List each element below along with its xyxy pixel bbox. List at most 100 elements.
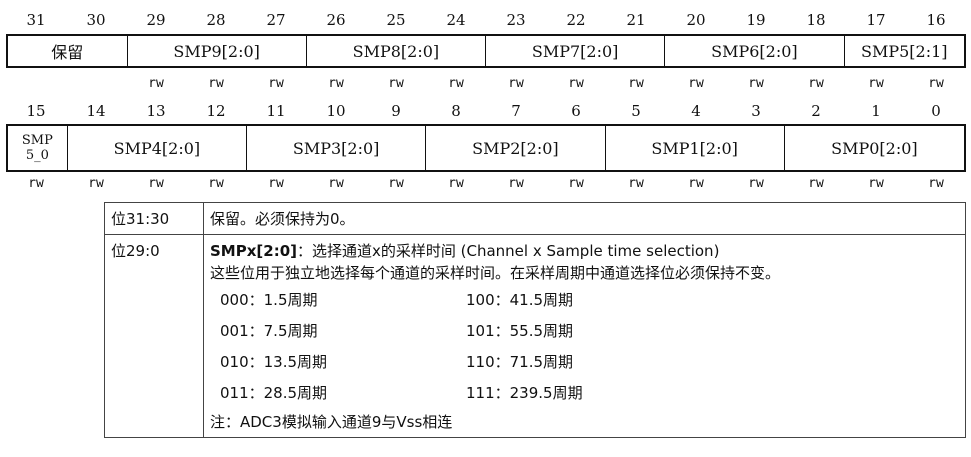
access-type: rw bbox=[448, 76, 464, 91]
bit-number: 22 bbox=[566, 11, 586, 29]
register-field: SMP 5_0 bbox=[8, 126, 68, 170]
register-field: SMP8[2:0] bbox=[307, 36, 486, 66]
bit-number: 13 bbox=[146, 102, 166, 120]
access-type bbox=[66, 74, 126, 94]
bit-number: 3 bbox=[751, 102, 761, 120]
register-field: SMP0[2:0] bbox=[831, 138, 918, 158]
bit-number: 18 bbox=[806, 11, 826, 29]
access-type: rw bbox=[868, 76, 884, 91]
cycle-option: 101：55.5周期 bbox=[466, 322, 574, 340]
access-type: rw bbox=[628, 176, 644, 191]
bit-number: 31 bbox=[26, 11, 46, 29]
bit-number: 11 bbox=[266, 102, 286, 120]
cycle-option: 000：1.5周期 bbox=[220, 291, 318, 309]
bit-number: 30 bbox=[86, 11, 106, 29]
bit-number: 15 bbox=[26, 102, 46, 120]
desc-line2: 这些位用于独立地选择每个通道的采样时间。在采样周期中通道选择位必须保持不变。 bbox=[210, 264, 781, 282]
access-type: rw bbox=[568, 176, 584, 191]
bit-numbers-high: 31 30 29 28 27 26 25 24 23 22 21 20 19 18 17 16 bbox=[6, 10, 966, 30]
bit-number: 25 bbox=[386, 11, 406, 29]
field-name: SMPx[2:0] bbox=[210, 242, 297, 260]
access-type: rw bbox=[808, 76, 824, 91]
access-type: rw bbox=[208, 76, 224, 91]
access-type: rw bbox=[388, 76, 404, 91]
access-type: rw bbox=[628, 76, 644, 91]
description-table: 位31:30 保留。必须保持为0。 位29:0 SMPx[2:0]：选择通道x的… bbox=[104, 202, 966, 438]
bit-number: 19 bbox=[746, 11, 766, 29]
access-type: rw bbox=[148, 176, 164, 191]
bit-number: 7 bbox=[511, 102, 521, 120]
cycle-options: 000：1.5周期 100：41.5周期 001：7.5周期 101：55.5周… bbox=[220, 290, 959, 404]
access-type: rw bbox=[268, 176, 284, 191]
bit-number: 24 bbox=[446, 11, 466, 29]
access-type: rw bbox=[28, 176, 44, 191]
cycle-option: 010：13.5周期 bbox=[220, 353, 328, 371]
register-field: SMP3[2:0] bbox=[247, 126, 427, 170]
access-type: rw bbox=[928, 76, 944, 91]
field-label-bottom: 5_0 bbox=[25, 148, 49, 163]
access-low: rw rw rw rw rw rw rw rw rw rw rw rw rw rw rw rw bbox=[6, 174, 966, 194]
access-type: rw bbox=[748, 76, 764, 91]
register-field: SMP6[2:0] bbox=[665, 36, 845, 66]
bit-number: 8 bbox=[451, 102, 461, 120]
access-type: rw bbox=[868, 176, 884, 191]
cycle-option: 111：239.5周期 bbox=[466, 384, 583, 402]
bit-numbers-low: 15 14 13 12 11 10 9 8 7 6 5 4 3 2 1 0 bbox=[6, 101, 966, 121]
bit-number: 10 bbox=[326, 102, 346, 120]
cycle-option: 001：7.5周期 bbox=[220, 322, 318, 340]
access-type: rw bbox=[88, 176, 104, 191]
bit-number: 12 bbox=[206, 102, 226, 120]
access-type: rw bbox=[328, 76, 344, 91]
access-type: rw bbox=[328, 176, 344, 191]
register-fields-low: SMP 5_0 SMP4[2:0] SMP3[2:0] SMP2[2:0] SMP1[2:… bbox=[6, 124, 966, 172]
desc-bit-range: 位29:0 bbox=[104, 234, 204, 438]
bit-number: 20 bbox=[686, 11, 706, 29]
register-field: SMP1[2:0] bbox=[606, 126, 785, 170]
desc-text: 保留。必须保持为0。 bbox=[203, 202, 966, 235]
register-fields-high: 保留 SMP9[2:0] SMP8[2:0] SMP7[2:0] SMP6[2:0] SM… bbox=[6, 34, 966, 68]
bit-number: 27 bbox=[266, 11, 286, 29]
bit-number: 26 bbox=[326, 11, 346, 29]
bit-number: 0 bbox=[931, 102, 941, 120]
bit-number: 2 bbox=[811, 102, 821, 120]
access-high: rw rw rw rw rw rw rw rw rw rw rw rw rw rw bbox=[6, 74, 966, 94]
register-field: SMP5[2:1] bbox=[860, 41, 948, 61]
access-type: rw bbox=[748, 176, 764, 191]
register-field: SMP9[2:0] bbox=[128, 36, 307, 66]
desc-text: SMPx[2:0]：选择通道x的采样时间 (Channel x Sample t… bbox=[203, 234, 966, 438]
bit-number: 21 bbox=[626, 11, 646, 29]
field-label-top: SMP bbox=[21, 133, 53, 148]
bit-number: 28 bbox=[206, 11, 226, 29]
access-type: rw bbox=[508, 176, 524, 191]
access-type: rw bbox=[688, 76, 704, 91]
access-type: rw bbox=[268, 76, 284, 91]
field-title: ：选择通道x的采样时间 (Channel x Sample time selec… bbox=[296, 242, 720, 260]
bit-number: 9 bbox=[391, 102, 401, 120]
bit-number: 17 bbox=[866, 11, 886, 29]
desc-row-reserved: 位31:30 保留。必须保持为0。 bbox=[104, 202, 966, 235]
bit-number: 1 bbox=[871, 102, 881, 120]
register-field: 保留 bbox=[8, 36, 128, 66]
access-type: rw bbox=[508, 76, 524, 91]
bit-number: 23 bbox=[506, 11, 526, 29]
access-type bbox=[6, 74, 66, 94]
bit-number: 16 bbox=[926, 11, 946, 29]
register-field: SMP2[2:0] bbox=[426, 126, 606, 170]
cycle-option: 011：28.5周期 bbox=[220, 384, 328, 402]
bit-number: 29 bbox=[146, 11, 166, 29]
desc-bit-range: 位31:30 bbox=[104, 202, 204, 235]
bit-number: 5 bbox=[631, 102, 641, 120]
note: 注：ADC3模拟输入通道9与Vss相连 bbox=[210, 413, 453, 431]
access-type: rw bbox=[208, 176, 224, 191]
cycle-option: 110：71.5周期 bbox=[466, 353, 574, 371]
access-type: rw bbox=[928, 176, 944, 191]
bit-number: 14 bbox=[86, 102, 106, 120]
access-type: rw bbox=[448, 176, 464, 191]
access-type: rw bbox=[148, 76, 164, 91]
register-field: SMP7[2:0] bbox=[486, 36, 666, 66]
desc-title-line: SMPx[2:0]：选择通道x的采样时间 (Channel x Sample t… bbox=[210, 240, 959, 262]
bit-number: 6 bbox=[571, 102, 581, 120]
access-type: rw bbox=[688, 176, 704, 191]
desc-row-smp: 位29:0 SMPx[2:0]：选择通道x的采样时间 (Channel x Sa… bbox=[104, 234, 966, 438]
access-type: rw bbox=[568, 76, 584, 91]
